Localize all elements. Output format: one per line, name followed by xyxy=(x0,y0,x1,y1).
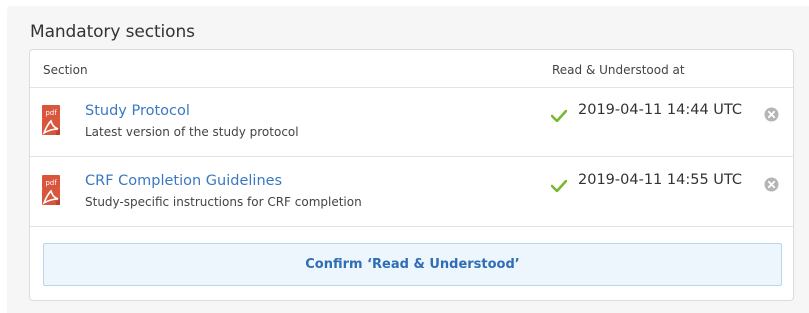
column-header-read-understood: Read & Understood at xyxy=(552,63,685,77)
svg-text:pdf: pdf xyxy=(45,109,57,117)
clear-circle-icon[interactable] xyxy=(764,177,779,192)
check-icon xyxy=(550,107,568,123)
check-icon xyxy=(550,177,568,193)
svg-text:pdf: pdf xyxy=(45,179,57,187)
confirm-read-understood-button[interactable]: Confirm ‘Read & Understood’ xyxy=(43,243,782,286)
section-link-crf-completion-guidelines[interactable]: CRF Completion Guidelines xyxy=(85,173,282,189)
table-row: pdf CRF Completion Guidelines Study-spec… xyxy=(30,157,793,227)
column-header-section: Section xyxy=(43,63,88,77)
clear-circle-icon[interactable] xyxy=(764,107,779,122)
pdf-icon: pdf xyxy=(42,105,60,135)
sections-table: Section Read & Understood at pdf Study P… xyxy=(29,49,794,301)
read-timestamp: 2019-04-11 14:44 UTC xyxy=(578,102,743,118)
section-link-study-protocol[interactable]: Study Protocol xyxy=(85,103,190,119)
pdf-icon: pdf xyxy=(42,175,60,205)
table-header: Section Read & Understood at xyxy=(30,50,793,88)
mandatory-sections-panel: Mandatory sections Section Read & Unders… xyxy=(7,6,809,313)
panel-title: Mandatory sections xyxy=(30,22,195,42)
read-timestamp: 2019-04-11 14:55 UTC xyxy=(578,172,743,188)
section-description: Study-specific instructions for CRF comp… xyxy=(85,195,362,209)
table-row: pdf Study Protocol Latest version of the… xyxy=(30,87,793,157)
section-description: Latest version of the study protocol xyxy=(85,125,299,139)
